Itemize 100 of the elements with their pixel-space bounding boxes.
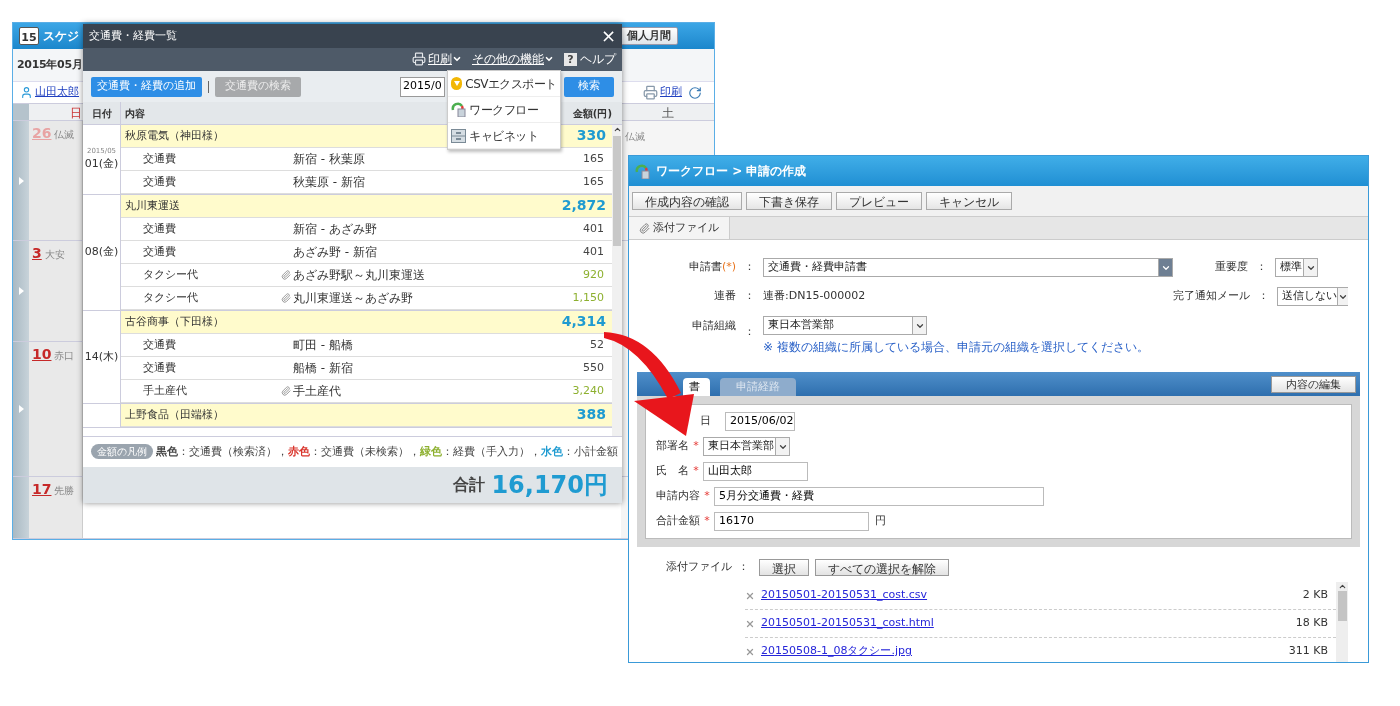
- help-icon[interactable]: ?: [564, 52, 577, 66]
- menu-item[interactable]: ワークフロー: [448, 97, 560, 123]
- calendar-icon: 15: [19, 27, 39, 45]
- toolbar-button[interactable]: 下書き保存: [746, 192, 832, 210]
- client-name: 上野食品（田端様）: [125, 406, 224, 423]
- category-cell: タクシー代: [143, 267, 198, 281]
- expand-icon[interactable]: [18, 176, 24, 185]
- rokuyo-label: 仏滅: [625, 131, 645, 142]
- day-number[interactable]: 17: [32, 479, 52, 500]
- header-strip: [13, 104, 29, 120]
- user-icon: [20, 86, 33, 99]
- more-functions-menu[interactable]: その他の機能: [472, 50, 554, 69]
- menu-item[interactable]: CSVエクスポート: [448, 71, 560, 97]
- week-handle[interactable]: [13, 121, 29, 240]
- amount-cell-text: 52: [590, 336, 604, 353]
- edit-content-button[interactable]: 内容の編集: [1271, 376, 1356, 393]
- file-link[interactable]: 20150501-20150531_cost.html: [761, 615, 1296, 632]
- route-cell-text: 新宿 - あざみ野: [293, 220, 377, 238]
- scroll-thumb[interactable]: [1337, 591, 1347, 621]
- form-tab[interactable]: 書: [683, 378, 710, 396]
- remove-icon[interactable]: [745, 590, 755, 601]
- field-label: 部署名: [656, 438, 689, 455]
- refresh-icon[interactable]: [688, 85, 702, 100]
- field-label: 重要度: [1215, 259, 1248, 276]
- serial-number: 連番:DN15-000002: [763, 288, 866, 305]
- route-cell-text: 新宿 - 秋葉原: [293, 150, 365, 168]
- rokuyo-label: 大安: [44, 248, 65, 262]
- date-cell: 08(金): [84, 244, 119, 261]
- column-header: 内容: [125, 106, 145, 121]
- subtotal-amount: 388: [576, 405, 606, 425]
- print-icon[interactable]: [412, 52, 426, 67]
- subtotal-row[interactable]: 上野食品（田端様） 388: [121, 403, 612, 427]
- attach-file-tab[interactable]: 添付ファイル: [629, 217, 730, 239]
- remove-icon[interactable]: [745, 646, 755, 657]
- subtotal-amount: 2,872: [561, 196, 606, 216]
- attachment-button[interactable]: すべての選択を解除: [815, 559, 949, 576]
- print-menu[interactable]: 印刷: [428, 50, 462, 69]
- cabinet-icon: [451, 128, 466, 143]
- input-field[interactable]: 2015/06/02: [725, 412, 795, 431]
- input-field[interactable]: 5月分交通費・経費: [714, 487, 1044, 506]
- subtotal-row[interactable]: 丸川東運送 2,872: [121, 194, 612, 218]
- category-cell: 手土産代: [143, 383, 187, 397]
- print-link[interactable]: 印刷: [660, 84, 682, 101]
- notify-select[interactable]: 送信しない: [1277, 287, 1348, 306]
- attachment-button[interactable]: 選択: [759, 559, 809, 576]
- subtotal-amount: 330: [576, 126, 606, 146]
- subtotal-row[interactable]: 古谷商事（下田様） 4,314: [121, 310, 612, 334]
- file-size: 311 KB: [1288, 643, 1328, 660]
- file-link[interactable]: 20150508-1_08タクシー.jpg: [761, 643, 1289, 660]
- menu-item[interactable]: キャビネット: [448, 123, 560, 149]
- user-link[interactable]: 山田太郎: [35, 84, 79, 101]
- window-title: ワークフロー > 申請の作成: [656, 163, 807, 180]
- client-name: 古谷商事（下田様）: [125, 313, 224, 330]
- week-handle[interactable]: [13, 477, 29, 538]
- input-field[interactable]: 山田太郎: [703, 462, 808, 481]
- day-cell[interactable]: 3 大安: [29, 241, 83, 341]
- unit-label: 円: [875, 513, 886, 530]
- view-button[interactable]: 個人月間: [620, 27, 678, 45]
- scrollbar[interactable]: [1336, 582, 1348, 662]
- day-number[interactable]: 3: [32, 243, 42, 264]
- help-link[interactable]: ヘルプ: [580, 50, 616, 69]
- total-amount: 16,170円: [491, 470, 608, 501]
- week-handle[interactable]: [13, 342, 29, 476]
- application-select[interactable]: 交通費・経費申請書: [763, 258, 1173, 277]
- amount-cell-text: 165: [583, 173, 604, 190]
- month-label: 2015年05月: [17, 56, 83, 73]
- day-number[interactable]: 10: [32, 344, 52, 365]
- legend-badge: 金額の凡例: [91, 444, 153, 460]
- column-header: 金額(円): [571, 106, 613, 121]
- expand-icon[interactable]: [18, 287, 24, 295]
- scroll-thumb[interactable]: [613, 135, 621, 246]
- required-mark: *: [693, 438, 699, 455]
- toolbar-button[interactable]: 作成内容の確認: [632, 192, 742, 210]
- print-icon[interactable]: [643, 85, 658, 100]
- organization-select[interactable]: 東日本営業部: [763, 316, 927, 335]
- colon: ：: [738, 559, 749, 576]
- remove-icon[interactable]: [745, 618, 755, 629]
- category-cell: 交通費: [143, 360, 176, 374]
- toolbar-button[interactable]: プレビュー: [836, 192, 922, 210]
- toolbar-button[interactable]: キャンセル: [926, 192, 1012, 210]
- department-select[interactable]: 東日本営業部: [703, 437, 790, 456]
- saturday-header: 土: [661, 105, 674, 120]
- rokuyo-label: 先勝: [54, 484, 75, 498]
- organization-note: ※ 複数の組織に所属している場合、申請元の組織を選択してください。: [763, 339, 1149, 356]
- input-field[interactable]: 16170: [714, 512, 869, 531]
- client-name: 秋原電気（神田様）: [125, 127, 224, 144]
- category-cell: 交通費: [143, 174, 176, 188]
- workflow-icon: [451, 102, 466, 117]
- week-handle[interactable]: [13, 241, 29, 341]
- total-label: 合計: [453, 474, 486, 496]
- close-button[interactable]: ×: [600, 26, 616, 45]
- day-cell[interactable]: 17 先勝: [29, 477, 83, 538]
- scroll-up-icon[interactable]: [1337, 582, 1347, 591]
- file-link[interactable]: 20150501-20150531_cost.csv: [761, 587, 1303, 604]
- amount-cell-text: 920: [583, 266, 604, 283]
- day-cell[interactable]: 10 赤口: [29, 342, 83, 476]
- expand-icon[interactable]: [18, 405, 24, 413]
- priority-select[interactable]: 標準: [1275, 258, 1318, 277]
- dialog-title: 交通費・経費一覧: [89, 27, 177, 44]
- date-field[interactable]: 2015/0: [400, 76, 445, 97]
